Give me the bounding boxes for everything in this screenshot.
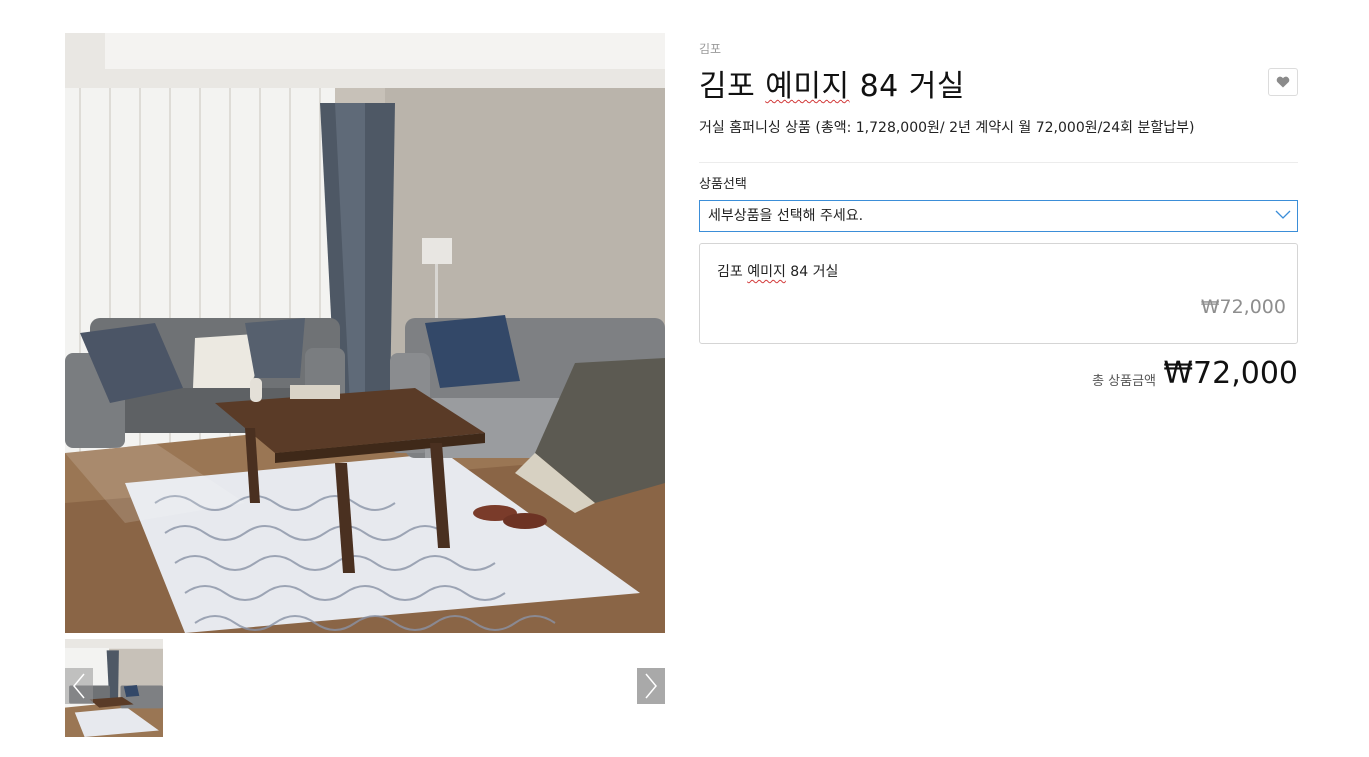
total-row: 총 상품금액 ₩72,000 (699, 356, 1298, 396)
product-region: 김포 (699, 42, 722, 56)
selected-option-name: 김포 예미지 84 거실 (717, 261, 838, 281)
selected-option-card: 김포 예미지 84 거실 ₩72,000 (699, 243, 1298, 344)
title-part: 84 거실 (849, 69, 966, 104)
title-row: 김포 예미지 84 거실 (699, 68, 1298, 106)
thumbnail-strip (65, 639, 665, 737)
thumbnail-next-button[interactable] (637, 668, 665, 704)
divider (699, 162, 1298, 163)
option-select-placeholder: 세부상품을 선택해 주세요. (708, 208, 864, 224)
product-info-panel: 김포 김포 예미지 84 거실 거실 홈퍼니싱 상품 (총액: 1,728,00… (699, 40, 1298, 396)
thumbnail-prev-button[interactable] (65, 668, 93, 704)
product-detail-page: 김포 김포 예미지 84 거실 거실 홈퍼니싱 상품 (총액: 1,728,00… (0, 0, 1369, 757)
chevron-left-icon (73, 673, 85, 699)
option-select[interactable]: 세부상품을 선택해 주세요. (699, 200, 1298, 232)
option-name-part-underlined: 예미지 (747, 264, 786, 280)
wishlist-button[interactable] (1268, 68, 1298, 96)
product-title: 김포 예미지 84 거실 (699, 68, 1298, 106)
heart-icon (1276, 76, 1290, 88)
option-name-part: 김포 (717, 264, 748, 280)
option-name-part: 84 거실 (785, 264, 839, 280)
option-select-label: 상품선택 (699, 177, 747, 192)
total-label: 총 상품금액 (1092, 374, 1156, 389)
chevron-right-icon (645, 673, 657, 699)
title-part: 김포 (699, 69, 766, 104)
living-room-illustration (65, 33, 665, 633)
product-description: 거실 홈퍼니싱 상품 (총액: 1,728,000원/ 2년 계약시 월 72,… (699, 120, 1195, 136)
title-part-underlined: 예미지 (765, 69, 850, 104)
chevron-down-icon (1275, 210, 1291, 219)
selected-option-price: ₩72,000 (1200, 296, 1286, 318)
total-price: ₩72,000 (1163, 356, 1298, 391)
main-product-image[interactable] (65, 33, 665, 633)
